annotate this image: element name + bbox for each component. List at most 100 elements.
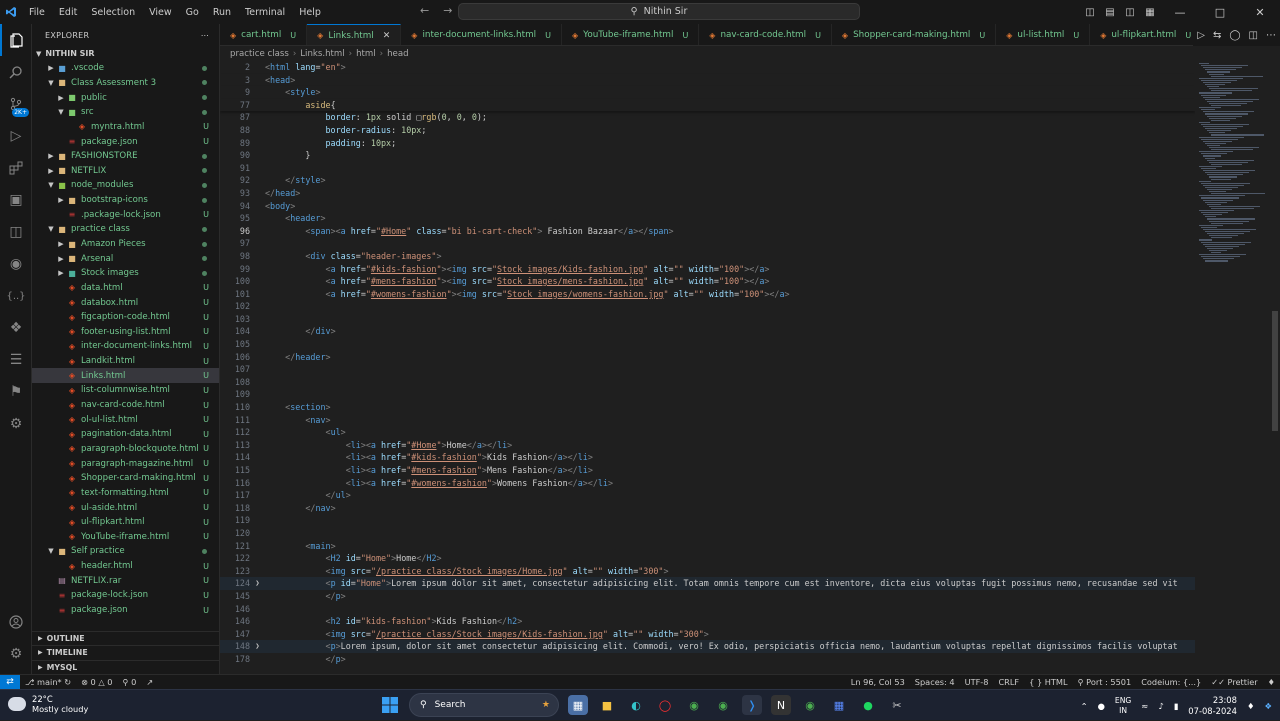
code-line[interactable]: 103: [220, 313, 1195, 326]
code-line[interactable]: 90 }: [220, 149, 1195, 162]
code-line[interactable]: 119: [220, 514, 1195, 527]
maximize-button[interactable]: □: [1203, 6, 1237, 19]
file-item[interactable]: ≡ package.json U: [32, 603, 219, 618]
folder-item[interactable]: ▼ ■ Class Assessment 3: [32, 76, 219, 91]
taskbar-clock[interactable]: 23:08 07-08-2024: [1188, 695, 1237, 717]
folder-item[interactable]: ▶ ■ Stock images: [32, 266, 219, 281]
file-item[interactable]: ◈ ul-flipkart.html U: [32, 515, 219, 530]
windows-start-icon[interactable]: [380, 695, 400, 715]
code-line[interactable]: 146: [220, 603, 1195, 616]
file-item[interactable]: ◈ databox.html U: [32, 295, 219, 310]
settings-gear-icon[interactable]: ⚙: [0, 638, 32, 670]
code-line[interactable]: 95 <header>: [220, 212, 1195, 225]
snipping-tool-icon[interactable]: ✂: [887, 695, 907, 715]
compare-icon[interactable]: ⇆: [1213, 30, 1221, 41]
opera-icon[interactable]: ◯: [655, 695, 675, 715]
editor-tab[interactable]: ◈ ul-list.html U: [996, 24, 1091, 45]
cursor-position[interactable]: Ln 96, Col 53: [846, 677, 910, 687]
close-window-button[interactable]: ✕: [1243, 6, 1277, 19]
code-line[interactable]: 123 <img src="/practice class/Stock imag…: [220, 565, 1195, 578]
command-center-search[interactable]: ⚲ Nithin Sir: [458, 3, 860, 20]
back-arrow-icon[interactable]: ←: [420, 4, 429, 17]
taskbar-search[interactable]: ⚲ Search ★: [409, 693, 559, 717]
menu-help[interactable]: Help: [292, 7, 328, 18]
file-item[interactable]: ◈ nav-card-code.html U: [32, 398, 219, 413]
code-line[interactable]: 101 <a href="#womens-fashion"><img src="…: [220, 288, 1195, 301]
code-line[interactable]: 97: [220, 237, 1195, 250]
menu-run[interactable]: Run: [206, 7, 238, 18]
code-line[interactable]: 148 ❯ <p>Lorem ipsum, dolor sit amet cons…: [220, 640, 1195, 653]
close-tab-icon[interactable]: ✕: [383, 31, 391, 41]
remote-explorer-icon[interactable]: ▣: [0, 184, 32, 216]
file-item[interactable]: ≡ package.json U: [32, 134, 219, 149]
toggle-secondary-sidebar-icon[interactable]: ◫: [1123, 7, 1137, 18]
code-line[interactable]: 116 <li><a href="#womens-fashion">Womens…: [220, 477, 1195, 490]
folder-item[interactable]: ▶ ■ Amazon Pieces: [32, 237, 219, 252]
folder-item[interactable]: ▶ ■ FASHIONSTORE: [32, 149, 219, 164]
code-line[interactable]: 77 aside{: [220, 98, 1195, 112]
code-line[interactable]: 3 <head>: [220, 73, 1195, 87]
code-line[interactable]: 110 <section>: [220, 401, 1195, 414]
code-line[interactable]: 92 </style>: [220, 174, 1195, 187]
github-icon[interactable]: ◉: [0, 248, 32, 280]
section-outline[interactable]: ▶ OUTLINE: [32, 630, 220, 646]
code-line[interactable]: 112 <ul>: [220, 426, 1195, 439]
branch-indicator[interactable]: ⎇ main* ↻: [20, 677, 76, 687]
folder-item[interactable]: ▶ ■ public: [32, 90, 219, 105]
scrollbar-thumb[interactable]: [1272, 311, 1278, 431]
menu-file[interactable]: File: [22, 7, 52, 18]
file-item[interactable]: ◈ inter-document-links.html U: [32, 339, 219, 354]
editor-tab[interactable]: ◈ inter-document-links.html U: [401, 24, 562, 45]
line-ending[interactable]: CRLF: [993, 677, 1024, 687]
file-item[interactable]: ◈ Landkit.html U: [32, 354, 219, 369]
code-line[interactable]: 105: [220, 338, 1195, 351]
file-item[interactable]: ◈ paragraph-blockquote.html U: [32, 442, 219, 457]
file-item[interactable]: ◈ text-formatting.html U: [32, 486, 219, 501]
fold-chevron-icon[interactable]: ❯: [250, 577, 265, 590]
code-line[interactable]: 107: [220, 363, 1195, 376]
file-item[interactable]: ≡ package-lock.json U: [32, 588, 219, 603]
folder-item[interactable]: ▼ ■ src: [32, 105, 219, 120]
remote-indicator-icon[interactable]: ⇄: [0, 674, 20, 690]
file-item[interactable]: ◈ myntra.html U: [32, 120, 219, 135]
edge-browser-icon[interactable]: ◐: [626, 695, 646, 715]
code-line[interactable]: 87 border: 1px solid □rgb(0, 0, 0);: [220, 111, 1195, 124]
file-item[interactable]: ◈ header.html U: [32, 559, 219, 574]
code-line[interactable]: 121 <main>: [220, 540, 1195, 553]
notification-bell-icon[interactable]: ♦: [1247, 701, 1255, 711]
chevron-up-icon[interactable]: ⌃: [1081, 701, 1088, 711]
file-item[interactable]: ▤ NETFLIX.rar U: [32, 573, 219, 588]
code-line[interactable]: 93 </head>: [220, 187, 1195, 200]
breadcrumb-item[interactable]: html: [356, 49, 376, 59]
ports-indicator[interactable]: ⚲ 0: [118, 677, 142, 687]
problems-indicator[interactable]: ⊗ 0 △ 0: [76, 677, 117, 687]
layers-icon[interactable]: ☰: [0, 344, 32, 376]
editor-tab[interactable]: ◈ Links.html ✕: [307, 24, 402, 45]
code-line[interactable]: 113 <li><a href="#Home">Home</a></li>: [220, 439, 1195, 452]
code-line[interactable]: 98 <div class="header-images">: [220, 250, 1195, 263]
toggle-sidebar-icon[interactable]: ◫: [1083, 7, 1097, 18]
menu-view[interactable]: View: [142, 7, 179, 18]
code-line[interactable]: 147 <img src="/practice class/Stock imag…: [220, 628, 1195, 641]
folder-item[interactable]: ▶ ■ NETFLIX: [32, 163, 219, 178]
language-mode[interactable]: { } HTML: [1024, 677, 1072, 687]
file-explorer-icon[interactable]: ■: [597, 695, 617, 715]
code-line[interactable]: 120: [220, 527, 1195, 540]
battery-icon[interactable]: ▮: [1174, 701, 1179, 711]
editor-tab[interactable]: ◈ Shopper-card-making.html U: [832, 24, 997, 45]
code-line[interactable]: 96 <span><a href="#Home" class="bi bi-ca…: [220, 225, 1195, 238]
folder-item[interactable]: ▼ ■ practice class: [32, 222, 219, 237]
spotify-icon[interactable]: ●: [858, 695, 878, 715]
customize-layout-icon[interactable]: ▦: [1143, 7, 1157, 18]
code-line[interactable]: 109: [220, 388, 1195, 401]
fold-chevron-icon[interactable]: ❯: [250, 640, 265, 653]
code-line[interactable]: 108: [220, 376, 1195, 389]
code-line[interactable]: 146 <h2 id="kids-fashion">Kids Fashion</…: [220, 615, 1195, 628]
code-line[interactable]: 117 </ul>: [220, 489, 1195, 502]
editor-scrollbar[interactable]: [1270, 61, 1280, 674]
menu-selection[interactable]: Selection: [84, 7, 142, 18]
code-line[interactable]: 118 </nav>: [220, 502, 1195, 515]
folder-item[interactable]: ▶ ■ bootstrap-icons: [32, 193, 219, 208]
code-line[interactable]: 9 <style>: [220, 86, 1195, 99]
chrome-dev-icon[interactable]: ◉: [713, 695, 733, 715]
